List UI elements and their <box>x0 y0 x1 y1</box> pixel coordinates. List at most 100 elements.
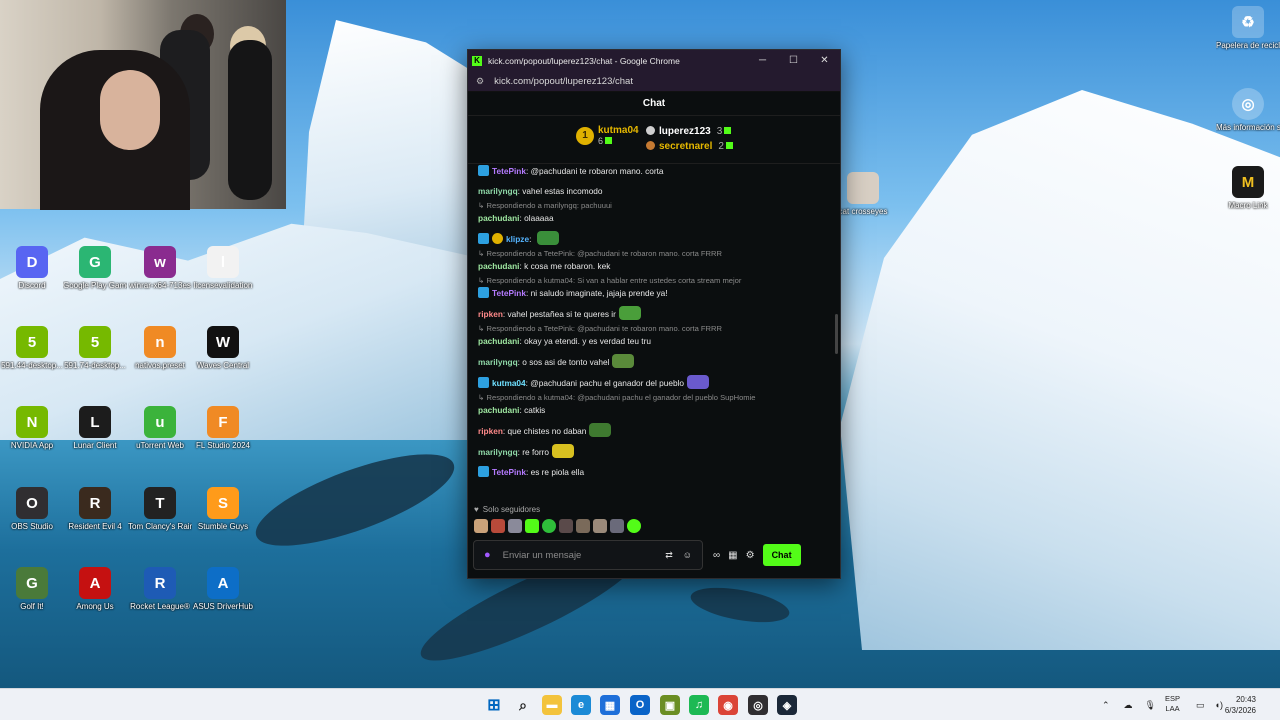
chat-username[interactable]: ripken <box>478 309 503 319</box>
chat-message[interactable]: klipze: <box>478 231 830 246</box>
desktop-icon[interactable]: G Google Play Games <box>63 246 127 291</box>
chat-message[interactable]: TetePink: @pachudani te robaron mano. co… <box>478 164 830 178</box>
input-language[interactable]: ESP LAA <box>1165 694 1180 714</box>
chat-scrollbar[interactable] <box>835 314 838 354</box>
obs-icon[interactable]: ◎ <box>748 695 768 715</box>
desktop-icon[interactable]: T Tom Clancy's Rainbow Six... <box>128 487 192 532</box>
desktop-icon[interactable]: R Resident Evil 4 <box>63 487 127 532</box>
chat-message[interactable]: ripken: que chistes no daban <box>478 423 830 438</box>
chat-username[interactable]: TetePink <box>492 467 526 477</box>
chat-message[interactable]: pachudani: catkis <box>478 403 830 417</box>
desktop-icon[interactable]: A ASUS DriverHub <box>191 567 255 612</box>
minimize-button[interactable]: ─ <box>747 50 778 71</box>
chat-message[interactable]: kutma04: @pachudani pachu el ganador del… <box>478 375 830 390</box>
desktop-icon[interactable]: R Rocket League® <box>128 567 192 612</box>
settings-gear-icon[interactable]: ⚙ <box>746 550 755 561</box>
network-icon[interactable]: ▭ <box>1196 700 1205 711</box>
emote-icon[interactable] <box>542 519 556 533</box>
desktop-icon[interactable]: W Waves Central <box>191 326 255 371</box>
desktop-icon[interactable]: l licensevalidation <box>191 246 255 291</box>
microphone-icon[interactable]: ● <box>484 549 491 561</box>
desktop-icon[interactable]: 5 591.74-desktop... <box>63 326 127 371</box>
chat-username[interactable]: pachudani <box>478 405 520 415</box>
chat-message[interactable]: pachudani: k cosa me robaron. kek <box>478 259 830 273</box>
reply-context[interactable]: ↳ Respondiendo a TetePink: @pachudani te… <box>478 324 830 334</box>
reply-context[interactable]: ↳ Respondiendo a marilyngq: pachuuui <box>478 201 830 211</box>
file-explorer-icon[interactable]: ▬ <box>542 695 562 715</box>
chat-username[interactable]: marilyngq <box>478 447 518 457</box>
emote-icon[interactable] <box>610 519 624 533</box>
leaderboard-first[interactable]: 1 kutma04 6 <box>576 125 639 146</box>
chat-username[interactable]: pachudani <box>478 261 520 271</box>
spotify-icon[interactable]: ♫ <box>689 695 709 715</box>
translate-icon[interactable]: ⇄ <box>665 550 673 561</box>
desktop-icon[interactable]: N NVIDIA App <box>0 406 64 451</box>
desktop-icon[interactable]: D Discord <box>0 246 64 291</box>
chat-username[interactable]: marilyngq <box>478 186 518 196</box>
chat-username[interactable]: marilyngq <box>478 357 518 367</box>
chat-message[interactable]: pachudani: okay ya etendi. y es verdad t… <box>478 334 830 348</box>
emote-icon[interactable] <box>559 519 573 533</box>
emote-icon[interactable] <box>525 519 539 533</box>
chat-message[interactable]: TetePink: ni saludo imaginate, jajaja pr… <box>478 286 830 300</box>
minecraft-icon[interactable]: ▣ <box>660 695 680 715</box>
desktop-icon[interactable]: G Golf It! <box>0 567 64 612</box>
desktop-icon[interactable]: F FL Studio 2024 <box>191 406 255 451</box>
cloud-icon[interactable]: ☁ <box>1124 700 1133 711</box>
chat-message[interactable]: TetePink: es re piola ella <box>478 465 830 479</box>
desktop-icon[interactable]: A Among Us <box>63 567 127 612</box>
desktop-icon[interactable]: ♻ Papelera de reciclaje <box>1216 6 1280 51</box>
emote-icon[interactable] <box>627 519 641 533</box>
reply-context[interactable]: ↳ Respondiendo a kutma04: Si van a habla… <box>478 276 830 286</box>
outlook-icon[interactable]: O <box>630 695 650 715</box>
microphone-icon[interactable]: 🎙 <box>1145 700 1156 711</box>
chat-username[interactable]: pachudani <box>478 336 520 346</box>
emoji-icon[interactable]: ☺ <box>683 550 692 560</box>
leaderboard-second[interactable]: luperez123 3 <box>646 124 733 139</box>
desktop-icon[interactable]: ◎ Más información sobre esta ima... <box>1216 88 1280 133</box>
microsoft-store-icon[interactable]: ▦ <box>600 695 620 715</box>
desktop-icon[interactable]: w winrar-x64-713es <box>128 246 192 291</box>
chrome-popout-window[interactable]: K kick.com/popout/luperez123/chat - Goog… <box>467 49 841 579</box>
reply-context[interactable]: ↳ Respondiendo a TetePink: @pachudani te… <box>478 249 830 259</box>
chat-username[interactable]: TetePink <box>492 166 526 176</box>
emote-icon[interactable] <box>593 519 607 533</box>
emote-quick-bar[interactable] <box>468 517 840 535</box>
system-tray[interactable]: ⌃ ☁ 🎙 <box>1102 689 1156 720</box>
desktop-icon[interactable]: u uTorrent Web <box>128 406 192 451</box>
emote-icon[interactable] <box>474 519 488 533</box>
chat-message[interactable]: marilyngq: vahel estas incomodo <box>478 184 830 198</box>
chat-username[interactable]: kutma04 <box>492 378 526 388</box>
emote-icon[interactable] <box>491 519 505 533</box>
chrome-icon[interactable]: ◉ <box>718 695 738 715</box>
chat-message[interactable]: marilyngq: o sos asi de tonto vahel <box>478 354 830 369</box>
maximize-button[interactable]: ☐ <box>778 50 809 71</box>
desktop-icon[interactable]: L Lunar Client <box>63 406 127 451</box>
reply-context[interactable]: ↳ Respondiendo a kutma04: @pachudani pac… <box>478 393 830 403</box>
desktop-icon[interactable]: O OBS Studio <box>0 487 64 532</box>
kicks-icon[interactable]: ∞ <box>713 550 720 561</box>
taskbar-clock[interactable]: 20:43 6/3/2026 <box>1225 694 1256 716</box>
desktop-icon[interactable]: M Macro Link <box>1216 166 1280 211</box>
chat-username[interactable]: pachudani <box>478 213 520 223</box>
site-info-icon[interactable]: ⚙ <box>476 76 484 87</box>
chat-username[interactable]: TetePink <box>492 288 526 298</box>
windows-start-icon[interactable]: ⊞ <box>484 695 504 715</box>
address-bar[interactable]: ⚙ kick.com/popout/luperez123/chat <box>468 71 840 92</box>
volume-icon[interactable]: ◖) <box>1215 700 1223 710</box>
store-icon[interactable]: ▦ <box>728 550 737 561</box>
edge-icon[interactable]: e <box>571 695 591 715</box>
window-titlebar[interactable]: K kick.com/popout/luperez123/chat - Goog… <box>468 50 840 71</box>
emote-icon[interactable] <box>508 519 522 533</box>
chat-username[interactable]: ripken <box>478 426 503 436</box>
close-button[interactable]: ✕ <box>809 50 840 71</box>
chat-message[interactable]: ripken: vahel pestañea si te queres ir <box>478 306 830 321</box>
desktop-icon[interactable]: n nativos.preset <box>128 326 192 371</box>
chat-messages[interactable]: TetePink: @pachudani te robaron mano. co… <box>468 164 840 501</box>
chevron-up-icon[interactable]: ⌃ <box>1102 700 1110 711</box>
steam-icon[interactable]: ◈ <box>777 695 797 715</box>
leaderboard-third[interactable]: secretnarel 2 <box>646 139 733 154</box>
chat-input[interactable]: ● Enviar un mensaje ⇄ ☺ <box>473 540 703 570</box>
chat-username[interactable]: klipze <box>506 234 529 244</box>
emote-icon[interactable] <box>576 519 590 533</box>
